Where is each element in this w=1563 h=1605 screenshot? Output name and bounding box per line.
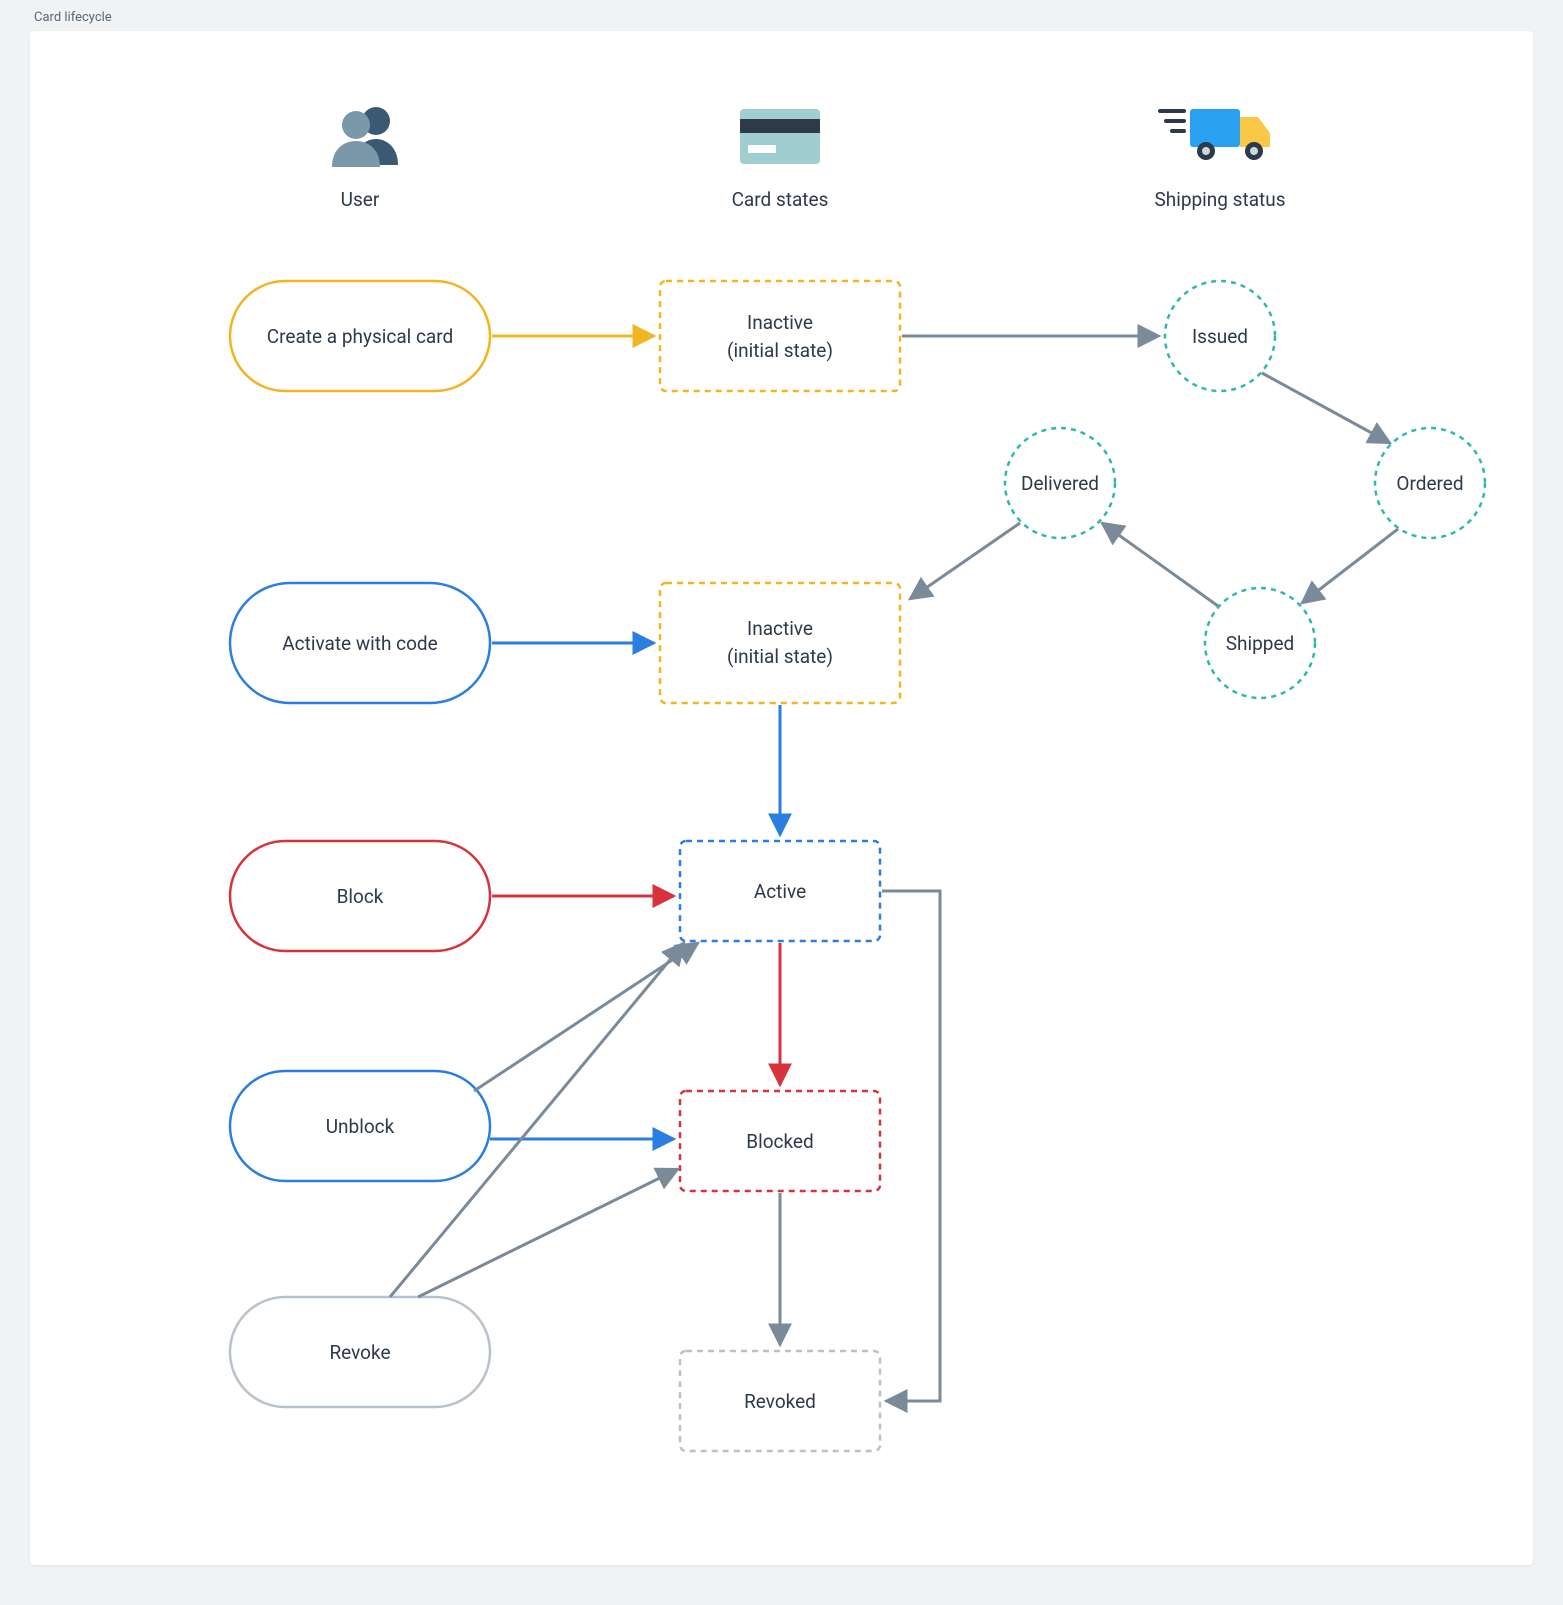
node-create-card-label: Create a physical card [267,325,454,348]
arrow-revoke-to-blocked [418,1169,678,1297]
node-ordered-label: Ordered [1396,472,1463,495]
node-delivered-label: Delivered [1021,472,1099,495]
node-unblock-label: Unblock [326,1115,395,1138]
node-inactive-2-line2: (initial state) [727,645,833,668]
arrow-ordered-to-shipped [1302,529,1398,603]
node-revoke-label: Revoke [329,1341,390,1364]
arrow-issued-to-ordered [1262,373,1390,443]
column-card-states-label: Card states [732,188,829,211]
node-blocked-label: Blocked [746,1130,813,1153]
arrow-active-to-revoked [882,891,940,1401]
node-issued-label: Issued [1192,325,1248,348]
node-block-label: Block [337,885,384,908]
node-revoked-label: Revoked [744,1390,816,1413]
card-states-icon [740,109,820,164]
user-icon [332,107,398,167]
arrow-delivered-to-inactive2 [910,523,1020,599]
diagram-svg: User Card states [30,31,1533,1565]
node-inactive-2-line1: Inactive [747,617,813,640]
shipping-status-icon [1160,109,1270,160]
node-inactive-1-line1: Inactive [747,311,813,334]
diagram-canvas: User Card states [30,31,1533,1565]
node-active-label: Active [754,880,806,903]
node-activate-label: Activate with code [282,632,437,655]
arrow-revoke-to-active [390,943,684,1297]
node-inactive-1-line2: (initial state) [727,339,833,362]
node-shipped-label: Shipped [1226,632,1295,655]
arrow-shipped-to-delivered [1102,523,1218,606]
column-user-label: User [341,188,380,211]
node-inactive-2 [660,583,900,703]
page-title: Card lifecycle [34,10,1533,25]
column-shipping-status-label: Shipping status [1154,188,1285,211]
node-inactive-1 [660,281,900,391]
